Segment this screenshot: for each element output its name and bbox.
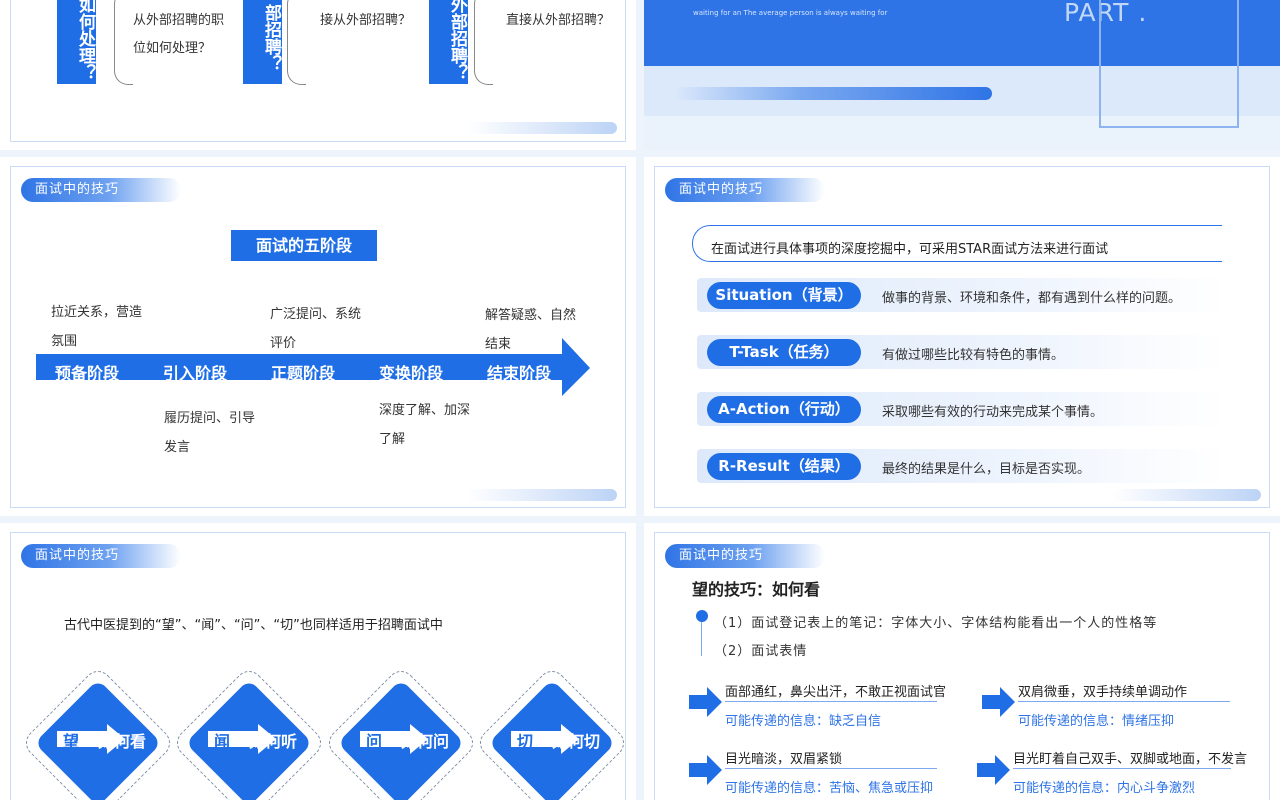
sign-text-1: 面部通红，鼻尖出汗，不敢正视面试官 [725,685,947,700]
star-row-result: R-Result（结果） 最终的结果是什么，目标是否实现。 [697,449,1227,483]
stage-note-top-2-l1: 广泛提问、系统 [270,307,362,322]
section-tag: 面试中的技巧 [21,178,181,202]
star-label: A-Action（行动） [707,396,861,423]
method-char: 望 [63,732,80,751]
slide-five-stages: 面试中的技巧 面试的五阶段 预备阶段 引入阶段 正题阶段 变换阶段 结束阶段 拉… [0,157,636,516]
stage-note-top-1-l1: 拉近关系，营造 [51,305,143,320]
brace-3 [474,0,493,85]
star-desc: 最终的结果是什么，目标是否实现。 [882,462,1091,477]
sign-divider [725,768,937,769]
question-3-line-1: 直接从外部招聘？ [506,13,611,28]
method-diamond-feel: 切 如何切 [474,665,630,800]
vertical-label-1: 如何处理？ [57,0,96,84]
question-2-line-1: 接从外部招聘？ [320,13,412,28]
method-label: 如何切 [552,732,601,751]
question-1-line-1: 从外部招聘的职 [133,13,225,28]
method-diamond-listen: 闻 如何听 [171,665,327,800]
bullet-dot [696,610,708,622]
stage-label-1: 预备阶段 [55,364,120,383]
arrow-icon [982,687,1015,717]
method-char: 切 [517,732,534,751]
star-row-action: A-Action（行动） 采取哪些有效的行动来完成某个事情。 [697,392,1227,426]
vertical-label-3: 外部招聘？ [429,0,468,84]
arrow-icon [689,755,722,785]
star-intro-text: 在面试进行具体事项的深度挖掘中，可采用STAR面试方法来进行面试 [711,242,1109,257]
star-row-situation: Situation（背景） 做事的背景、环境和条件，都有遇到什么样的问题。 [697,278,1227,312]
section-tag: 面试中的技巧 [21,544,181,568]
slide-part-header: waiting for an The average person is alw… [644,0,1280,150]
method-char: 问 [366,732,383,751]
slide-look-skills: 面试中的技巧 望的技巧：如何看 （1）面试登记表上的笔记：字体大小、字体结构能看… [644,523,1280,800]
sign-divider [1018,701,1230,702]
stage-note-top-3-l2: 结束 [485,337,512,352]
header-subtitle: waiting for an The average person is alw… [693,9,888,17]
brace-1 [114,0,133,85]
method-diamond-look: 望 如何看 [20,665,176,800]
method-char: 闻 [214,732,231,751]
star-label: T-Task（任务） [707,339,861,366]
section-tag: 面试中的技巧 [665,544,825,568]
method-diamond-ask: 问 如何问 [323,665,479,800]
methods-intro: 古代中医提到的“望”、“闻”、“问”、“切”也同样适用于招聘面试中 [64,618,443,633]
star-row-task: T-Task（任务） 有做过哪些比较有特色的事情。 [697,335,1227,369]
sign-text-3: 目光暗淡，双眉紧锁 [725,752,843,767]
method-label: 如何看 [98,732,147,751]
section-tag: 面试中的技巧 [665,178,825,202]
decorative-bar [1111,489,1261,501]
look-point-2: （2）面试表情 [714,644,808,659]
stages-title: 面试的五阶段 [231,230,377,261]
slide-recruitment-questions: 如何处理？ 从外部招聘的职 位如何处理？ 部招聘？ 接从外部招聘？ 外部招聘？ … [0,0,636,150]
stage-label-3: 正题阶段 [271,364,336,383]
sign-info-4: 可能传递的信息：内心斗争激烈 [1013,781,1196,796]
slide-four-methods: 面试中的技巧 古代中医提到的“望”、“闻”、“问”、“切”也同样适用于招聘面试中… [0,523,636,800]
arrow-icon [689,687,722,717]
star-desc: 有做过哪些比较有特色的事情。 [882,348,1065,363]
sign-divider [1013,768,1231,769]
slide-star-method: 面试中的技巧 在面试进行具体事项的深度挖掘中，可采用STAR面试方法来进行面试 … [644,157,1280,516]
vertical-label-2: 部招聘？ [243,0,282,84]
stage-note-bottom-2-l2: 了解 [379,432,406,447]
stage-label-5: 结束阶段 [487,364,552,383]
stage-note-top-3-l1: 解答疑惑、自然 [485,308,577,323]
stage-label-4: 变换阶段 [379,364,444,383]
slide-frame [10,166,626,508]
star-desc: 做事的背景、环境和条件，都有遇到什么样的问题。 [882,291,1182,306]
sign-info-3: 可能传递的信息：苦恼、焦急或压抑 [725,781,934,796]
outline-box [1099,0,1239,128]
gradient-pill [674,87,992,100]
stage-note-top-1-l2: 氛围 [51,334,78,349]
method-label: 如何问 [401,732,450,751]
stage-label-2: 引入阶段 [163,364,228,383]
decorative-bar [467,122,617,134]
arrow-icon [977,755,1010,785]
bullet-line [701,622,702,656]
sign-divider [725,701,937,702]
look-title: 望的技巧：如何看 [692,580,821,599]
star-label: Situation（背景） [707,282,861,309]
stage-note-bottom-1-l2: 发言 [164,440,191,455]
method-label: 如何听 [249,732,298,751]
sign-info-1: 可能传递的信息：缺乏自信 [725,714,882,729]
sign-text-4: 目光盯着自己双手、双脚或地面，不发言 [1013,752,1248,767]
decorative-bar [467,489,617,501]
star-label: R-Result（结果） [707,453,861,480]
sign-text-2: 双肩微垂，双手持续单调动作 [1018,685,1188,700]
stage-note-bottom-1-l1: 履历提问、引导 [164,411,256,426]
brace-2 [287,0,306,85]
stage-note-bottom-2-l1: 深度了解、加深 [379,403,471,418]
question-1-line-2: 位如何处理？ [133,41,212,56]
stage-note-top-2-l2: 评价 [270,336,297,351]
look-point-1: （1）面试登记表上的笔记：字体大小、字体结构能看出一个人的性格等 [714,616,1158,631]
sign-info-2: 可能传递的信息：情绪压抑 [1018,714,1175,729]
star-desc: 采取哪些有效的行动来完成某个事情。 [882,405,1104,420]
